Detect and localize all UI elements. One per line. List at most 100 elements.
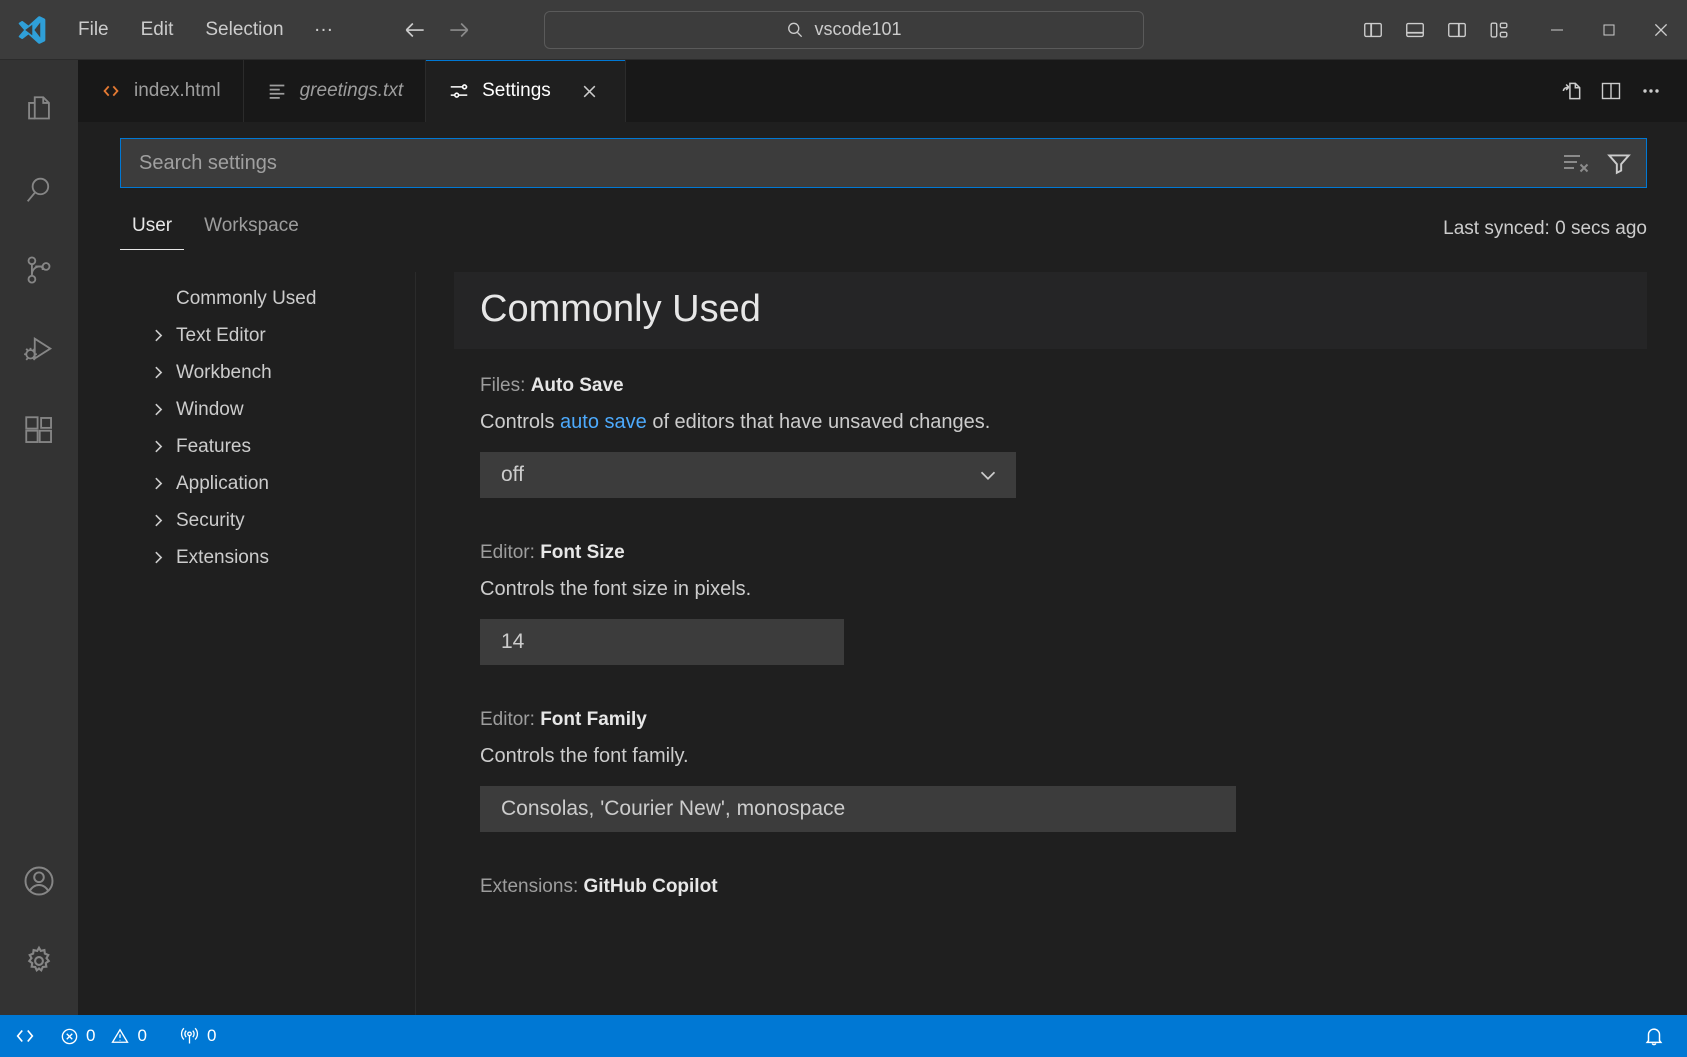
command-center-value: vscode101 <box>814 19 901 40</box>
remote-indicator[interactable] <box>0 1015 50 1057</box>
tab-label: index.html <box>134 80 221 102</box>
error-circle-icon <box>60 1027 79 1046</box>
auto-save-value: off <box>501 463 524 487</box>
activity-source-control[interactable] <box>0 230 78 310</box>
chevron-down-icon <box>975 462 1001 488</box>
chevron-right-icon <box>150 549 176 566</box>
tab-workspace-settings[interactable]: Workspace <box>192 209 311 250</box>
setting-category: Editor: <box>480 542 540 563</box>
menu-more-button[interactable]: … <box>300 12 350 47</box>
toc-item-commonly-used[interactable]: Commonly Used <box>120 280 415 317</box>
navigation-arrows <box>398 13 476 47</box>
toc-item-text-editor[interactable]: Text Editor <box>120 317 415 354</box>
chevron-right-icon <box>150 327 176 344</box>
layout-panel-icon[interactable] <box>1397 13 1433 47</box>
window-controls <box>1531 0 1687 59</box>
activity-run-debug[interactable] <box>0 310 78 390</box>
setting-category: Extensions: <box>480 876 584 897</box>
setting-name: GitHub Copilot <box>584 876 718 897</box>
layout-sidebar-right-icon[interactable] <box>1439 13 1475 47</box>
tab-settings[interactable]: Settings <box>426 60 626 122</box>
remote-indicator-icon <box>14 1025 36 1047</box>
tab-label: greetings.txt <box>300 80 404 102</box>
editor-area: index.html greetings.txt <box>78 60 1687 1015</box>
workbench-body: index.html greetings.txt <box>0 60 1687 1015</box>
setting-name: Font Size <box>540 542 624 563</box>
menu-file[interactable]: File <box>62 13 125 47</box>
setting-description: Controls the font size in pixels. <box>480 578 1687 601</box>
activity-explorer[interactable] <box>0 70 78 150</box>
arrow-left-icon[interactable] <box>398 13 432 47</box>
menu-bar: File Edit Selection … <box>62 12 350 47</box>
activity-search[interactable] <box>0 150 78 230</box>
setting-name: Font Family <box>540 709 647 730</box>
setting-editor-font-size: Editor: Font Size Controls the font size… <box>454 498 1687 665</box>
tab-greetings-txt[interactable]: greetings.txt <box>244 60 427 122</box>
notifications-bell[interactable] <box>1633 1015 1675 1057</box>
tab-user-settings[interactable]: User <box>120 209 184 250</box>
ellipsis-icon[interactable] <box>1633 73 1669 109</box>
problems-status[interactable]: 0 0 <box>50 1015 157 1057</box>
menu-selection[interactable]: Selection <box>189 13 299 47</box>
toc-item-extensions[interactable]: Extensions <box>120 539 415 576</box>
font-size-input[interactable] <box>480 619 844 665</box>
chevron-right-icon <box>150 512 176 529</box>
setting-editor-font-family: Editor: Font Family Controls the font fa… <box>454 665 1687 832</box>
search-actions <box>1550 148 1634 178</box>
toc-item-label: Text Editor <box>176 325 266 347</box>
settings-toc: Commonly Used Text Editor <box>120 272 416 1015</box>
auto-save-select[interactable]: off <box>480 452 1016 498</box>
command-center[interactable]: vscode101 <box>544 11 1144 49</box>
setting-description: Controls the font family. <box>480 745 1687 768</box>
toc-item-application[interactable]: Application <box>120 465 415 502</box>
setting-files-auto-save: Files: Auto Save Controls auto save of e… <box>454 349 1687 498</box>
filter-funnel-icon[interactable] <box>1604 148 1634 178</box>
editor-actions <box>1553 60 1687 122</box>
layout-customize-icon[interactable] <box>1481 13 1517 47</box>
toc-item-label: Security <box>176 510 245 532</box>
settings-search-row <box>120 122 1687 188</box>
search-input[interactable] <box>139 152 1550 175</box>
ports-status[interactable]: 0 <box>169 1015 226 1057</box>
html-file-icon <box>100 80 122 102</box>
setting-key-label: Extensions: GitHub Copilot <box>480 876 1687 898</box>
settings-editor: User Workspace Last synced: 0 secs ago C… <box>78 122 1687 1015</box>
toc-item-label: Window <box>176 399 244 421</box>
clear-filters-icon[interactable] <box>1560 148 1590 178</box>
toc-item-window[interactable]: Window <box>120 391 415 428</box>
setting-extensions-github-copilot: Extensions: GitHub Copilot <box>454 832 1687 898</box>
setting-category: Editor: <box>480 709 540 730</box>
settings-group-header: Commonly Used <box>454 272 1647 349</box>
close-icon[interactable] <box>577 78 603 104</box>
toc-item-label: Features <box>176 436 251 458</box>
minimize-window-button[interactable] <box>1531 0 1583 59</box>
activity-accounts[interactable] <box>0 841 78 921</box>
chevron-right-icon <box>150 364 176 381</box>
open-changes-icon[interactable] <box>1553 73 1589 109</box>
tab-index-html[interactable]: index.html <box>78 60 244 122</box>
maximize-window-button[interactable] <box>1583 0 1635 59</box>
arrow-right-icon[interactable] <box>442 13 476 47</box>
close-window-button[interactable] <box>1635 0 1687 59</box>
font-family-input[interactable] <box>480 786 1236 832</box>
warning-count: 0 <box>137 1026 146 1046</box>
title-bar: File Edit Selection … vsco <box>0 0 1687 60</box>
menu-edit[interactable]: Edit <box>125 13 190 47</box>
settings-scope-row: User Workspace Last synced: 0 secs ago <box>120 188 1687 250</box>
toc-item-security[interactable]: Security <box>120 502 415 539</box>
setting-category: Files: <box>480 375 531 396</box>
toc-item-features[interactable]: Features <box>120 428 415 465</box>
toc-item-workbench[interactable]: Workbench <box>120 354 415 391</box>
toc-item-label: Workbench <box>176 362 272 384</box>
settings-body: Commonly Used Text Editor <box>120 250 1687 1015</box>
activity-manage[interactable] <box>0 921 78 1001</box>
auto-save-link[interactable]: auto save <box>560 411 647 433</box>
layout-sidebar-left-icon[interactable] <box>1355 13 1391 47</box>
settings-search-box[interactable] <box>120 138 1647 188</box>
setting-key-label: Files: Auto Save <box>480 375 1687 397</box>
chevron-right-icon <box>150 438 176 455</box>
vscode-window: File Edit Selection … vsco <box>0 0 1687 1057</box>
split-editor-icon[interactable] <box>1593 73 1629 109</box>
bell-icon <box>1643 1025 1665 1047</box>
activity-extensions[interactable] <box>0 390 78 470</box>
